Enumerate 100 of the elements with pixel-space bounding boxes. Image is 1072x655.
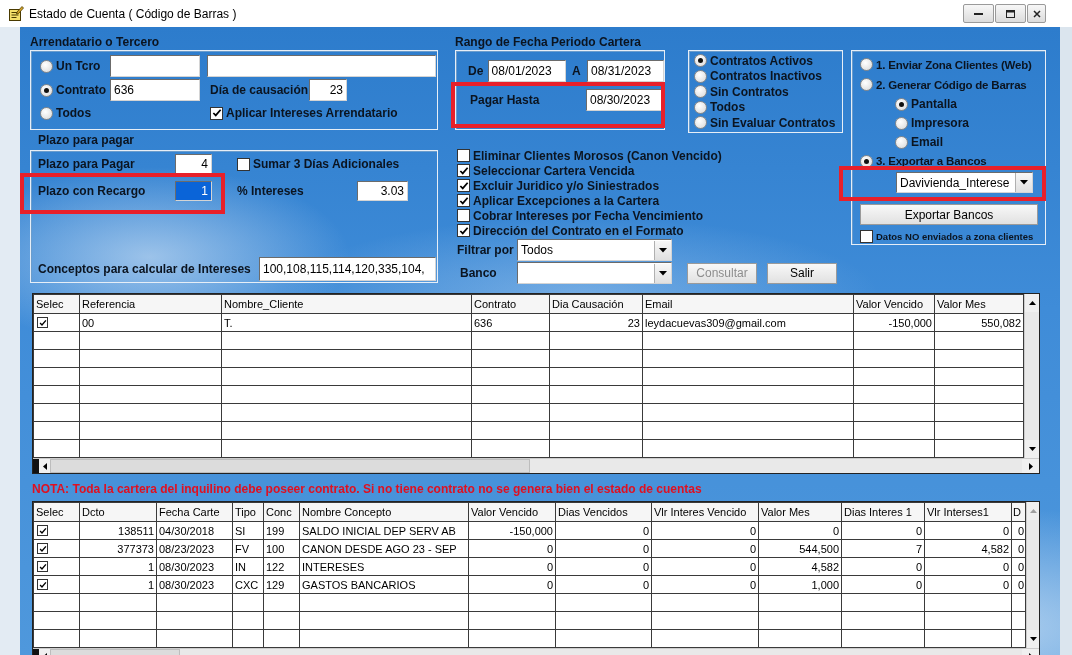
checkbox[interactable]: [37, 561, 48, 572]
checkbox[interactable]: [457, 164, 470, 177]
radio-button[interactable]: [895, 116, 908, 130]
column-header[interactable]: Vlr Interes Vencido: [651, 502, 759, 522]
radio-label[interactable]: Todos: [56, 106, 92, 120]
checkbox-label[interactable]: Seleccionar Cartera Vencida: [473, 163, 635, 178]
checkbox[interactable]: [457, 194, 470, 207]
vertical-scrollbar[interactable]: [1024, 294, 1039, 458]
column-header[interactable]: Dcto: [79, 502, 157, 522]
checkbox[interactable]: [457, 224, 470, 237]
checkbox-label[interactable]: Datos NO enviados a zona clientes: [876, 230, 1034, 242]
checkbox[interactable]: [457, 179, 470, 192]
text-field[interactable]: 08/01/2023: [487, 60, 566, 82]
column-header[interactable]: Conc: [263, 502, 300, 522]
column-header[interactable]: Nombre_Cliente: [221, 294, 472, 314]
radio-label[interactable]: 3. Exportar a Bancos: [876, 155, 987, 168]
radio-label[interactable]: Email: [911, 135, 943, 150]
checkbox-label[interactable]: Cobrar Intereses por Fecha Vencimiento: [473, 208, 704, 223]
radio-button[interactable]: [694, 85, 707, 99]
radio-label[interactable]: Pantalla: [911, 97, 958, 112]
vertical-scrollbar[interactable]: [1026, 502, 1039, 648]
arrow-up-icon[interactable]: [1028, 301, 1036, 305]
radio-label[interactable]: Un Tcro: [56, 59, 101, 73]
column-header[interactable]: Vlr Interses1: [924, 502, 1012, 522]
column-header[interactable]: Nombre Concepto: [299, 502, 469, 522]
checkbox-label[interactable]: Dirección del Contrato en el Formato: [473, 223, 684, 238]
radio-label[interactable]: Sin Evaluar Contratos: [710, 115, 836, 130]
checkbox[interactable]: [37, 579, 48, 590]
arrow-down-icon[interactable]: [1029, 637, 1037, 641]
radio-button[interactable]: [40, 83, 53, 97]
dropdown[interactable]: [517, 262, 672, 284]
column-header[interactable]: Selec: [33, 294, 80, 314]
text-field[interactable]: 08/30/2023: [586, 89, 663, 111]
checkbox[interactable]: [37, 543, 48, 554]
horizontal-scrollbar[interactable]: [33, 458, 1039, 473]
checkbox-label[interactable]: Aplicar Intereses Arrendatario: [226, 106, 398, 120]
checkbox[interactable]: [860, 229, 873, 243]
text-field[interactable]: 1: [175, 181, 212, 201]
column-header[interactable]: Email: [642, 294, 854, 314]
checkbox[interactable]: [237, 157, 250, 171]
radio-label[interactable]: Todos: [710, 100, 746, 115]
button[interactable]: Salir: [767, 262, 837, 284]
column-header[interactable]: Dia Causación: [549, 294, 643, 314]
column-header[interactable]: Referencia: [79, 294, 222, 314]
text-field[interactable]: 4: [175, 154, 212, 174]
radio-button[interactable]: [40, 59, 53, 73]
checkbox[interactable]: [457, 149, 470, 162]
maximize-button[interactable]: [995, 4, 1026, 23]
text-field[interactable]: [110, 55, 200, 77]
radio-button[interactable]: [895, 135, 908, 149]
radio-label[interactable]: Impresora: [911, 116, 970, 131]
radio-button[interactable]: [694, 54, 707, 68]
column-header[interactable]: Dias Vencidos: [555, 502, 652, 522]
arrow-left-icon[interactable]: [42, 462, 47, 470]
minimize-button[interactable]: [963, 4, 994, 23]
export-button[interactable]: Exportar Bancos: [860, 204, 1038, 226]
radio-label[interactable]: 1. Enviar Zona Clientes (Web): [876, 58, 1032, 71]
column-header[interactable]: Valor Mes: [758, 502, 842, 522]
checkbox[interactable]: [457, 209, 470, 222]
radio-label[interactable]: Contrato: [56, 83, 106, 97]
column-header[interactable]: Contrato: [471, 294, 550, 314]
column-header[interactable]: Valor Vencido: [468, 502, 556, 522]
radio-label[interactable]: Sin Contratos: [710, 84, 789, 99]
column-header[interactable]: Dias Interes 1: [841, 502, 925, 522]
column-header[interactable]: Valor Mes: [934, 294, 1024, 314]
column-header[interactable]: Tipo: [232, 502, 264, 522]
table-cell: leydacuevas309@gmail.com: [642, 313, 854, 332]
radio-button[interactable]: [860, 78, 873, 92]
text-field[interactable]: 23: [309, 79, 347, 101]
radio-label[interactable]: Contratos Inactivos: [710, 69, 823, 84]
column-header[interactable]: Selec: [33, 502, 80, 522]
radio-label[interactable]: 2. Generar Código de Barras: [876, 78, 1027, 91]
table-cell: CXC: [232, 575, 264, 594]
arrow-right-icon[interactable]: [1028, 462, 1033, 470]
arrow-down-icon[interactable]: [1028, 447, 1036, 451]
column-header[interactable]: Valor Vencido: [853, 294, 935, 314]
dropdown[interactable]: Davivienda_Interese: [896, 172, 1033, 194]
close-button[interactable]: [1027, 4, 1046, 23]
checkbox[interactable]: [210, 106, 223, 120]
radio-button[interactable]: [694, 116, 707, 130]
radio-button[interactable]: [860, 58, 873, 72]
checkbox[interactable]: [37, 317, 48, 328]
radio-button[interactable]: [694, 69, 707, 83]
dropdown[interactable]: Todos: [517, 239, 672, 261]
text-field[interactable]: [207, 55, 436, 77]
checkbox-label[interactable]: Aplicar Excepciones a la Cartera: [473, 193, 660, 208]
checkbox-label[interactable]: Eliminar Clientes Morosos (Canon Vencido): [473, 148, 722, 163]
checkbox-label[interactable]: Sumar 3 Días Adicionales: [253, 157, 400, 171]
checkbox[interactable]: [37, 525, 48, 536]
column-header[interactable]: Fecha Carte: [156, 502, 233, 522]
text-field[interactable]: 636: [110, 79, 200, 101]
radio-button[interactable]: [694, 100, 707, 114]
table-cell: FV: [232, 539, 264, 558]
radio-label[interactable]: Contratos Activos: [710, 53, 813, 68]
text-field[interactable]: 08/31/2023: [587, 60, 664, 82]
text-field[interactable]: 100,108,115,114,120,335,104,: [259, 257, 436, 281]
radio-button[interactable]: [895, 97, 908, 111]
radio-button[interactable]: [40, 106, 53, 120]
checkbox-label[interactable]: Excluir Juridico y/o Siniestrados: [473, 178, 660, 193]
text-field[interactable]: 3.03: [357, 181, 408, 201]
